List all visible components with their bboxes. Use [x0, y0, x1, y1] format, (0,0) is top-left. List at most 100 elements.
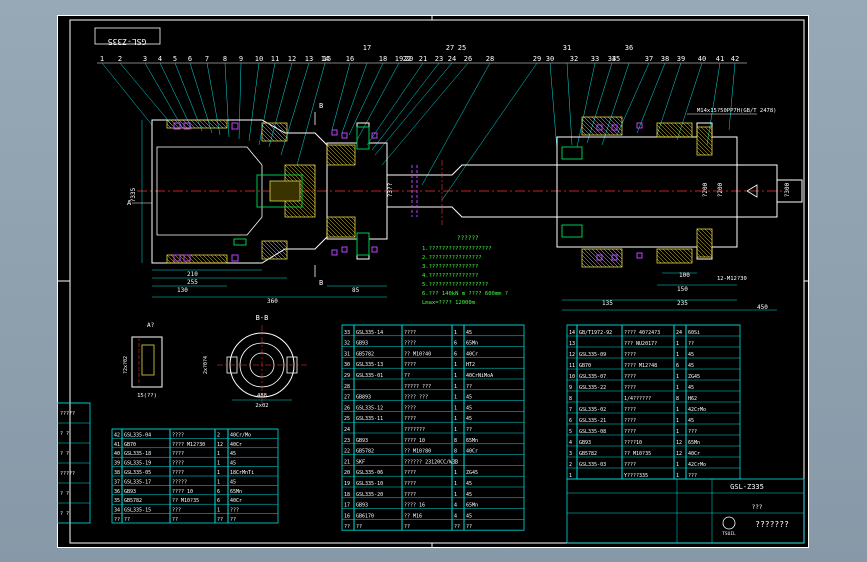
parts-list-mid-cell: GB93	[356, 503, 368, 509]
parts-list-left-cell: ????	[172, 470, 184, 476]
parts-list-right-cell: 7	[569, 407, 572, 413]
parts-list-right-cell: H62	[688, 396, 697, 402]
seal-ring	[596, 124, 603, 131]
seal-ring	[331, 249, 338, 256]
seal-ring	[636, 252, 643, 259]
parts-list-right-cell: Y????335	[624, 473, 648, 479]
dim-210: 210	[187, 271, 198, 278]
parts-list-mid-cell: ????	[404, 341, 416, 347]
balloon-15: 15	[323, 55, 331, 63]
dim-85: 85	[352, 287, 360, 294]
parts-list-mid-cell: 17	[344, 503, 350, 509]
leader-line	[101, 62, 153, 126]
parts-list-mid-cell: ????	[404, 405, 416, 411]
leader-line	[258, 62, 276, 146]
parts-list-left-cell: 40Cr	[230, 498, 242, 504]
parts-list-mid-cell: 28	[344, 384, 350, 390]
section-bb-label: B-B	[256, 314, 269, 322]
parts-list-left-cell: 40	[114, 451, 120, 457]
cad-viewport[interactable]: GSL-Z335 1 2 3 4 5 6 7 8 9 10 11 12 13 14 15 16 17 18 19 20 2…	[0, 0, 867, 562]
parts-list-right-cell: 10	[569, 374, 575, 380]
logo-text: TSUIL	[722, 531, 736, 537]
parts-list-mid-cell: 1	[454, 405, 457, 411]
parts-list-left-cell: GSL335-19	[124, 461, 151, 467]
section-bb-dim-488: 488	[257, 393, 267, 399]
parts-list-right-cell: 8	[569, 396, 572, 402]
code-box-text: GSL-Z335	[108, 37, 147, 46]
dim-235: 235	[677, 300, 688, 307]
leader-line	[576, 62, 596, 148]
parts-list-mid-cell: ????? ???	[404, 384, 431, 390]
balloon-18: 18	[379, 55, 387, 63]
parts-list-mid-cell: ZG45	[466, 470, 478, 476]
parts-list-mid-cell: 45	[466, 492, 472, 498]
parts-list-left-cell: 6	[217, 489, 220, 495]
parts-list-left-cell: ????	[172, 451, 184, 457]
balloon-2: 2	[118, 55, 122, 63]
seal-ring	[231, 122, 239, 130]
parts-list-right-cell: ????	[624, 385, 636, 391]
parts-list-mid-cell: GB6170	[356, 513, 374, 519]
spline-insert	[269, 180, 301, 202]
balloon-11: 11	[271, 55, 279, 63]
parts-list-mid-cell: 1	[454, 427, 457, 433]
parts-list-left-cell: 1	[217, 479, 220, 485]
bearing-right-top	[561, 146, 583, 160]
parts-list-mid-cell: 20	[344, 470, 350, 476]
seal-ring	[371, 246, 378, 253]
tech-req-line: 4.???????????????	[422, 273, 478, 279]
dim-phi3xx: ?3??	[387, 182, 394, 197]
parts-list-right-cell: 14	[569, 330, 575, 336]
parts-list-mid-cell: GB93	[356, 438, 368, 444]
parts-list-right-cell: ???	[688, 473, 697, 479]
parts-list-right-cell: ?? M10?35	[624, 451, 651, 457]
tech-req-line: 5.??????????????????	[422, 282, 488, 288]
parts-list-left-cell: ???	[172, 508, 181, 514]
change-row-text: ?????	[60, 411, 75, 417]
dim-360: 360	[267, 298, 278, 305]
parts-list-left-cell: 42	[114, 432, 120, 438]
parts-list-right-cell: 65Mn	[688, 440, 700, 446]
leader-line	[174, 62, 203, 132]
parts-list-right-cell: ????10	[624, 440, 642, 446]
dim-150: 150	[677, 286, 688, 293]
parts-list-right-cell: 45	[688, 385, 694, 391]
parts-list-right-cell: GB93	[579, 440, 591, 446]
balloon-24: 24	[448, 55, 456, 63]
parts-list-mid-cell: GB893	[356, 395, 371, 401]
parts-list-left-cell: 38	[114, 470, 120, 476]
parts-list-mid-cell: 32	[344, 341, 350, 347]
parts-list-mid-cell: ??	[404, 524, 410, 530]
parts-list-mid-cell: 6	[454, 341, 457, 347]
parts-list-mid-cell: 1	[454, 481, 457, 487]
balloon-23: 23	[435, 55, 443, 63]
balloon-6: 6	[188, 55, 192, 63]
balloon-31: 31	[563, 44, 571, 52]
balloon-16: 16	[346, 55, 354, 63]
balloon-35: 35	[612, 55, 620, 63]
flange-hatch-bottom	[166, 254, 228, 264]
parts-list-left-cell: 37	[114, 479, 120, 485]
change-row-text: ? ?	[60, 431, 69, 437]
parts-list-right-cell: ZG45	[688, 374, 700, 380]
tech-req-line: 3.???????????????	[422, 264, 478, 270]
parts-list-right-cell: GSL335-09	[579, 352, 606, 358]
dim-135: 135	[602, 300, 613, 307]
parts-list-mid-cell: GB5782	[356, 351, 374, 357]
parts-list-right-cell: GSL335-07	[579, 374, 606, 380]
leader-line	[549, 62, 558, 151]
parts-list-left-cell: 18CrMnTi	[230, 470, 254, 476]
parts-list-right-cell: GSL335-02	[579, 407, 606, 413]
balloon-8: 8	[223, 55, 227, 63]
leader-line	[586, 62, 613, 144]
parts-list-left-cell: ?????	[172, 479, 187, 485]
parts-list-left-cell: GSL335-04	[124, 432, 151, 438]
seal-ring	[341, 132, 348, 139]
parts-list-left-cell: 2	[217, 432, 220, 438]
parts-list-mid-cell: GSL335-14	[356, 330, 383, 336]
parts-list-left-cell: 39	[114, 461, 120, 467]
parts-list-mid-cell: 65Mn	[466, 341, 478, 347]
parts-list-mid-cell: 65Mn	[466, 503, 478, 509]
section-b-bottom: B	[319, 279, 323, 287]
balloon-32: 32	[570, 55, 578, 63]
